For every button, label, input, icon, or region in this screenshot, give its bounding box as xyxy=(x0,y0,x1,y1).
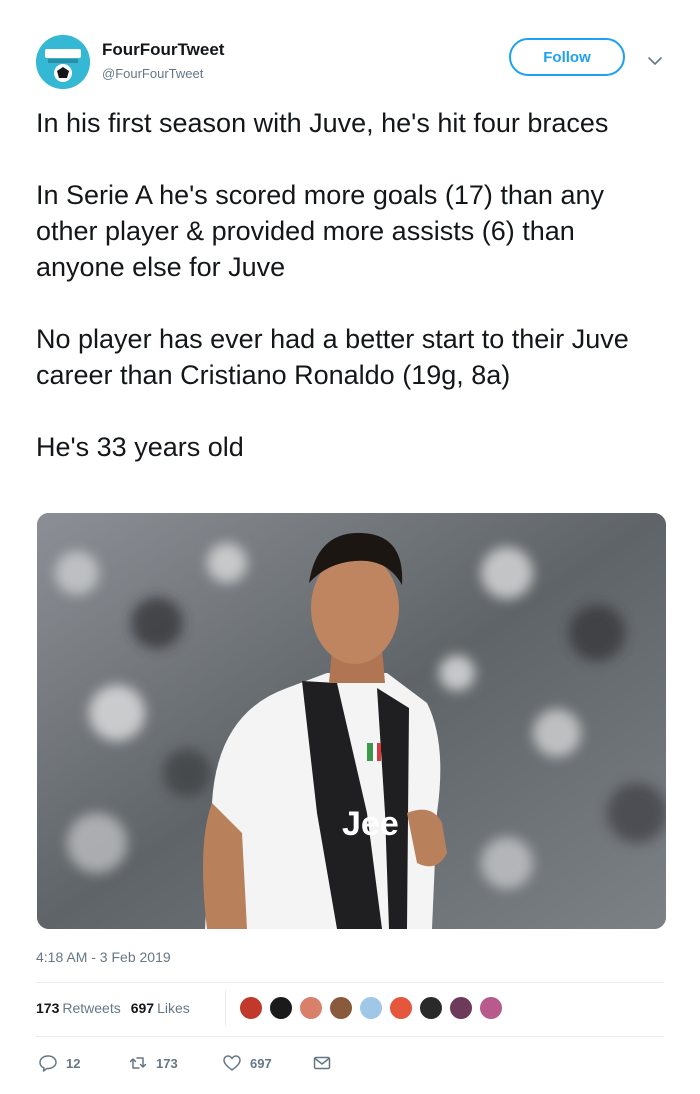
liker-avatar[interactable] xyxy=(358,995,384,1021)
like-button[interactable]: 697 xyxy=(222,1053,312,1073)
retweets-stat[interactable]: 173 Retweets xyxy=(36,1000,121,1016)
divider xyxy=(36,982,664,983)
liker-avatar[interactable] xyxy=(328,995,354,1021)
engagement-stats: 173 Retweets 697 Likes xyxy=(36,1000,190,1016)
tweet-paragraph: In his first season with Juve, he's hit … xyxy=(36,108,609,138)
chevron-down-icon[interactable] xyxy=(646,52,664,70)
liker-avatar[interactable] xyxy=(388,995,414,1021)
liker-avatars xyxy=(238,995,504,1021)
liker-avatar[interactable] xyxy=(478,995,504,1021)
retweet-count: 173 xyxy=(156,1055,178,1071)
player-photo-image: Jee xyxy=(37,513,666,929)
tweet-text: In his first season with Juve, he's hit … xyxy=(36,105,666,465)
like-count: 697 xyxy=(250,1055,272,1071)
likes-label: Likes xyxy=(157,1000,190,1016)
liker-avatar[interactable] xyxy=(268,995,294,1021)
direct-message-button[interactable] xyxy=(312,1053,340,1073)
avatar[interactable] xyxy=(36,35,90,89)
liker-avatar[interactable] xyxy=(238,995,264,1021)
retweet-button[interactable]: 173 xyxy=(128,1053,222,1073)
tweet-photo[interactable]: Jee xyxy=(37,513,666,929)
liker-avatar[interactable] xyxy=(298,995,324,1021)
tweet-card: FourFourTweet @FourFourTweet Follow In h… xyxy=(0,0,700,1094)
reply-button[interactable]: 12 xyxy=(38,1053,128,1073)
retweets-count: 173 xyxy=(36,1000,60,1016)
display-name[interactable]: FourFourTweet xyxy=(102,40,224,60)
stats-separator xyxy=(225,990,226,1026)
reply-icon xyxy=(39,1055,57,1072)
tweet-paragraph: He's 33 years old xyxy=(36,432,244,462)
reply-count: 12 xyxy=(66,1055,81,1071)
liker-avatar[interactable] xyxy=(448,995,474,1021)
jersey-text: Jee xyxy=(342,805,399,843)
retweets-label: Retweets xyxy=(62,1000,121,1016)
tweet-paragraph: No player has ever had a better start to… xyxy=(36,324,629,390)
heart-icon xyxy=(223,1055,241,1071)
follow-button[interactable]: Follow xyxy=(509,38,625,76)
avatar-logo-icon xyxy=(36,35,90,89)
likes-count: 697 xyxy=(130,1000,155,1016)
divider xyxy=(36,1036,664,1037)
user-handle[interactable]: @FourFourTweet xyxy=(102,66,203,81)
tweet-timestamp[interactable]: 4:18 AM - 3 Feb 2019 xyxy=(36,949,171,965)
tweet-actions: 12 173 697 xyxy=(38,1053,340,1073)
tweet-paragraph: In Serie A he's scored more goals (17) t… xyxy=(36,180,604,282)
liker-avatar[interactable] xyxy=(418,995,444,1021)
retweet-icon xyxy=(129,1057,147,1069)
likes-stat[interactable]: 697 Likes xyxy=(131,1000,190,1016)
envelope-icon xyxy=(313,1056,331,1070)
